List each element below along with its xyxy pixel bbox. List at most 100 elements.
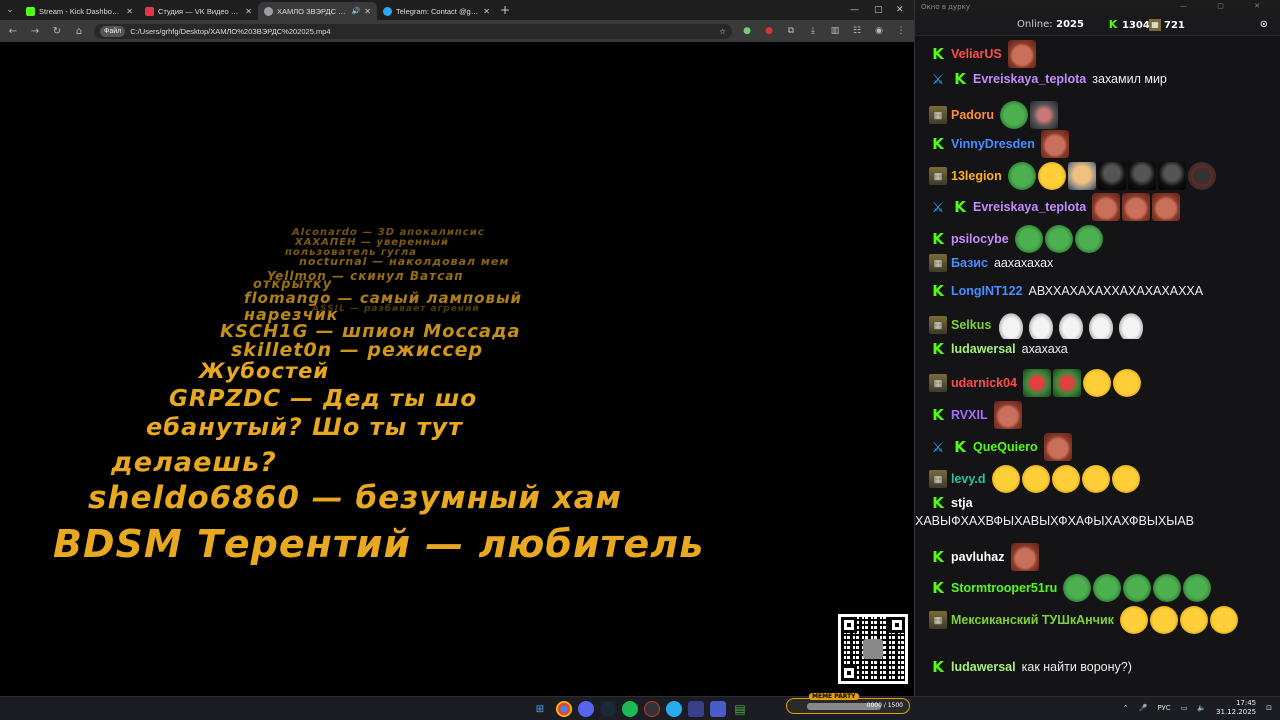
discord-icon[interactable] bbox=[578, 701, 594, 717]
kick-icon bbox=[26, 6, 35, 16]
maximize-button[interactable]: ▢ bbox=[874, 0, 883, 20]
chat-username[interactable]: 13legion bbox=[951, 167, 1002, 185]
tab-video[interactable]: ХАМЛО ЗВЭРДС 2025.mp4 🔊 ✕ bbox=[258, 2, 377, 20]
chat-message: K RVXIL bbox=[929, 401, 1273, 429]
chat-username[interactable]: pavluhaz bbox=[951, 548, 1005, 566]
files-icon[interactable]: ▤ bbox=[732, 701, 748, 717]
laugh-emote-icon bbox=[1179, 606, 1208, 634]
bookmark-star-icon[interactable]: ☆ bbox=[719, 27, 726, 36]
split-icon[interactable]: ▥ bbox=[828, 26, 842, 36]
settings-icon[interactable]: ⊙ bbox=[1260, 19, 1268, 30]
chat-username[interactable]: Selkus bbox=[951, 316, 991, 334]
chat-text: аахахахах bbox=[993, 256, 1054, 270]
chat-messages: K VeliarUS ⚔ K Evreiskaya_teplota захамил мир… bbox=[915, 36, 1280, 696]
tab-title: Студия — VK Видео Live bbox=[158, 6, 242, 16]
record-icon[interactable]: ● bbox=[762, 26, 776, 36]
chat-username[interactable]: Базис bbox=[951, 254, 988, 272]
mic-icon[interactable]: 🎤 bbox=[1139, 704, 1148, 712]
chrome-icon[interactable] bbox=[556, 701, 572, 717]
vk-icon[interactable] bbox=[710, 701, 726, 717]
kick-badge-icon: K bbox=[932, 230, 944, 248]
chat-username[interactable]: psilocybe bbox=[951, 230, 1009, 248]
chat-message: ▦ levy.d bbox=[929, 465, 1273, 493]
sign-emote-icon bbox=[1187, 162, 1216, 190]
new-tab-button[interactable]: + bbox=[496, 2, 514, 20]
profile-icon[interactable]: ◉ bbox=[872, 26, 886, 36]
chat-username[interactable]: QueQuiero bbox=[973, 438, 1038, 456]
face-emote-icon bbox=[993, 401, 1022, 429]
crawl-line: ебанутый? Шо ты тут bbox=[146, 413, 464, 441]
tab-kick[interactable]: Stream - Kick Dashboard ✕ bbox=[20, 2, 139, 20]
chevron-up-icon[interactable]: ⌃ bbox=[1123, 704, 1129, 712]
chat-message: K Stormtrooper51ru bbox=[929, 574, 1273, 602]
chat-username[interactable]: levy.d bbox=[951, 470, 986, 488]
chat-message: ▦ Selkus bbox=[929, 311, 1273, 339]
language-indicator[interactable]: РУС bbox=[1157, 704, 1170, 712]
home-icon[interactable]: ⌂ bbox=[72, 26, 86, 37]
pepe-emote-icon bbox=[1000, 101, 1029, 129]
chat-username[interactable]: Мексиканский ТУШкАнчик bbox=[951, 611, 1114, 629]
crawl-line: skillet0n — режиссер bbox=[231, 339, 484, 361]
speaker-icon[interactable]: 🔊 bbox=[352, 7, 361, 15]
telegram-icon[interactable] bbox=[666, 701, 682, 717]
chat-username[interactable]: ludawersal bbox=[951, 658, 1016, 676]
chat-text: ахахаха bbox=[1021, 342, 1068, 356]
tab-vk[interactable]: Студия — VK Видео Live ✕ bbox=[139, 2, 258, 20]
duck-emote-icon bbox=[1117, 311, 1146, 339]
pepe-emote-icon bbox=[1123, 574, 1152, 602]
face-emote-icon bbox=[1122, 193, 1151, 221]
cast-icon[interactable]: ☷ bbox=[850, 26, 864, 36]
back-icon[interactable]: ← bbox=[6, 26, 20, 37]
clock[interactable]: 17:45 31.12.2025 bbox=[1216, 699, 1256, 717]
chat-username[interactable]: stja bbox=[951, 494, 973, 512]
chat-username[interactable]: udarnick04 bbox=[951, 374, 1017, 392]
window-controls[interactable]: — ▢ ✕ bbox=[1180, 2, 1274, 10]
close-icon[interactable]: ✕ bbox=[364, 7, 371, 16]
video-player[interactable]: ASSIL — разбивает агрений Alconardo — 3D … bbox=[0, 42, 914, 696]
spotify-icon[interactable] bbox=[622, 701, 638, 717]
chat-username[interactable]: Evreiskaya_teplota bbox=[973, 198, 1086, 216]
app-icon[interactable] bbox=[688, 701, 704, 717]
crawl-line: BDSM Терентий — любитель bbox=[53, 522, 705, 566]
reload-icon[interactable]: ↻ bbox=[50, 26, 64, 37]
chat-username[interactable]: RVXIL bbox=[951, 406, 988, 424]
minimize-button[interactable]: — bbox=[850, 0, 859, 20]
download-icon[interactable]: ⤓ bbox=[806, 26, 820, 36]
notification-icon[interactable]: ⊡ bbox=[1266, 704, 1272, 712]
laugh-emote-icon bbox=[1149, 606, 1178, 634]
chat-username[interactable]: LongINT122 bbox=[951, 282, 1023, 300]
chat-username[interactable]: Evreiskaya_teplota bbox=[973, 70, 1086, 88]
forward-icon[interactable]: → bbox=[28, 26, 42, 37]
system-tray: ⌃ 🎤 РУС ▭ 🔈 17:45 31.12.2025 ⊡ bbox=[1123, 699, 1272, 717]
volume-icon[interactable]: 🔈 bbox=[1197, 704, 1206, 712]
obs-icon[interactable] bbox=[644, 701, 660, 717]
tab-search-icon[interactable]: ⌄ bbox=[0, 0, 20, 20]
trooper-icon: ▦ bbox=[1149, 19, 1161, 31]
start-icon[interactable]: ⊞ bbox=[532, 701, 548, 717]
close-icon[interactable]: ✕ bbox=[245, 7, 252, 16]
chat-message: ▦ udarnick04 bbox=[929, 369, 1273, 397]
extensions-puzzle-icon[interactable]: ⧉ bbox=[784, 26, 798, 36]
face-emote-icon bbox=[1040, 130, 1069, 158]
tab-telegram[interactable]: Telegram: Contact @grpodc ✕ bbox=[377, 2, 496, 20]
menu-icon[interactable]: ⋮ bbox=[894, 26, 908, 36]
extension-icon[interactable]: ● bbox=[740, 26, 754, 36]
chat-username[interactable]: Stormtrooper51ru bbox=[951, 579, 1057, 597]
close-icon[interactable]: ✕ bbox=[126, 7, 133, 16]
file-chip[interactable]: Файл bbox=[100, 25, 126, 37]
chat-username[interactable]: VinnyDresden bbox=[951, 135, 1035, 153]
chat-username[interactable]: Padoru bbox=[951, 106, 994, 124]
network-icon[interactable]: ▭ bbox=[1181, 704, 1188, 712]
pepe-emote-icon bbox=[1014, 225, 1043, 253]
url-input[interactable]: Файл C:/Users/grhfg/Desktop/ХАМЛО%20ЗВЭР… bbox=[94, 23, 732, 39]
steam-icon[interactable] bbox=[600, 701, 616, 717]
date: 31.12.2025 bbox=[1216, 708, 1257, 716]
kick-badge-icon: K bbox=[932, 579, 944, 597]
laugh-emote-icon bbox=[1051, 465, 1080, 493]
duck-emote-icon bbox=[1087, 311, 1116, 339]
face-emote-icon bbox=[1152, 193, 1181, 221]
chat-username[interactable]: VeliarUS bbox=[951, 45, 1002, 63]
chat-username[interactable]: ludawersal bbox=[951, 340, 1016, 358]
close-icon[interactable]: ✕ bbox=[483, 7, 490, 16]
close-window-button[interactable]: ✕ bbox=[896, 0, 904, 20]
